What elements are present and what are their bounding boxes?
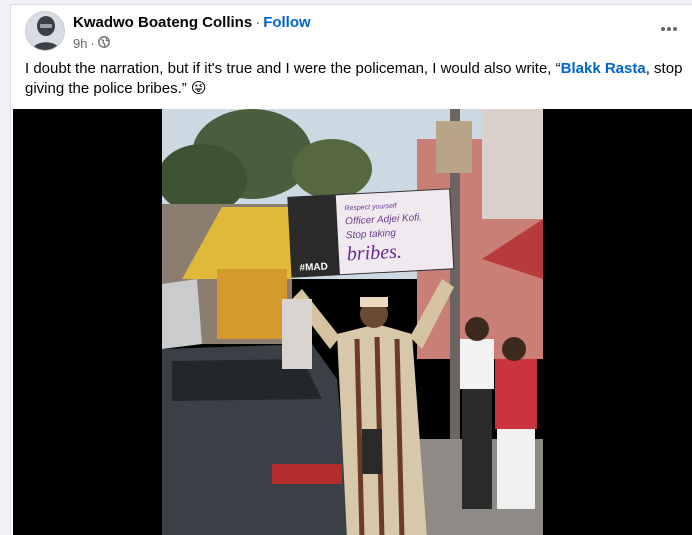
- separator: ·: [255, 14, 261, 31]
- meta-separator: ·: [90, 36, 95, 51]
- video-frame: #MAD Respect yourself Officer Adjei Kofi…: [162, 109, 543, 535]
- video-thumbnail: #MAD Respect yourself Officer Adjei Kofi…: [162, 109, 543, 535]
- avatar[interactable]: [25, 11, 65, 51]
- mention-link[interactable]: Blakk Rasta: [561, 60, 646, 77]
- post-text-start: I doubt the narration, but if it's true …: [25, 60, 561, 77]
- post-header: Kwadwo Boateng Collins · Follow 9h ·: [25, 11, 692, 55]
- video-player[interactable]: #MAD Respect yourself Officer Adjei Kofi…: [13, 109, 692, 535]
- post-text: I doubt the narration, but if it's true …: [25, 59, 685, 99]
- follow-button[interactable]: Follow: [263, 14, 311, 31]
- sign-line-4: bribes.: [346, 240, 402, 265]
- sign-tag: #MAD: [299, 261, 328, 273]
- globe-icon: [97, 36, 110, 51]
- more-horizontal-icon: [661, 27, 677, 31]
- author-name[interactable]: Kwadwo Boateng Collins: [73, 14, 252, 31]
- avatar-image: [26, 12, 64, 50]
- post-meta: 9h ·: [73, 36, 110, 51]
- more-options-button[interactable]: [657, 17, 681, 41]
- post-card: Kwadwo Boateng Collins · Follow 9h · I dou…: [10, 4, 692, 535]
- author-line: Kwadwo Boateng Collins · Follow: [73, 14, 311, 31]
- timestamp[interactable]: 9h: [73, 36, 87, 51]
